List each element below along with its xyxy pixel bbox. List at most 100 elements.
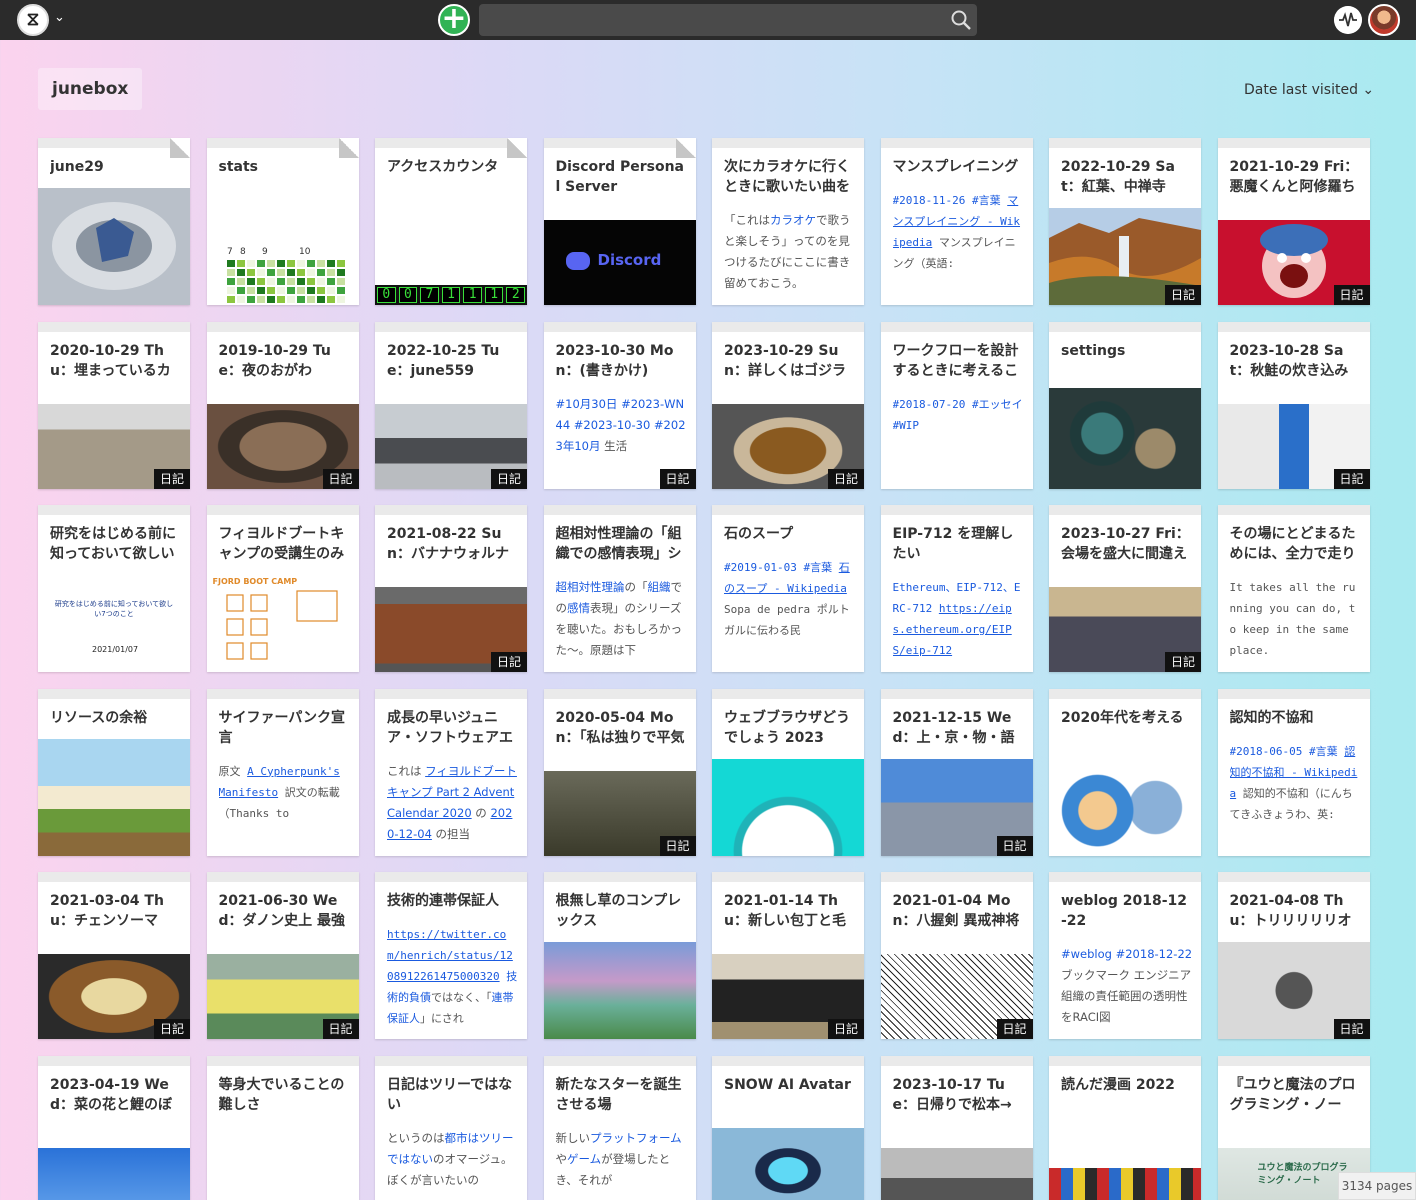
- description-text: It takes all the running you can do, to …: [1229, 581, 1356, 657]
- sort-label: Date last visited: [1244, 82, 1358, 98]
- card-thumbnail: FJORD BOOT CAMP: [206, 575, 359, 672]
- page-card[interactable]: フィヨルドブートキャンプの受講生のみ FJORD BOOT CAMP: [206, 505, 359, 672]
- description-link[interactable]: #2018-07-20: [893, 398, 966, 411]
- page-card[interactable]: settings: [1049, 321, 1201, 489]
- page-card[interactable]: 2020-05-04 Mon：「私は独りで平気 日記: [543, 688, 696, 856]
- page-card[interactable]: 認知的不協和 #2018-06-05 #言葉 認知的不協和 - Wikipedia…: [1217, 688, 1370, 856]
- card-title: 読んだ漫画 2022: [1061, 1076, 1175, 1093]
- project-logo-icon[interactable]: ⧖: [17, 4, 49, 36]
- page-card[interactable]: サイファーパンク宣言 原文 A Cypherpunk's Manifesto 訳文…: [206, 688, 359, 856]
- page-card[interactable]: マンスプレイニング #2018-11-26 #言葉 マンスプレイニング - Wik…: [880, 138, 1033, 305]
- page-card[interactable]: その場にとどまるためには、全力で走り It takes all the runni…: [1217, 505, 1370, 672]
- description-text: [965, 398, 972, 411]
- page-card[interactable]: 新たなスターを誕生させる場 新しいプラットフォームやゲームが登場したとき、それが: [543, 1055, 696, 1200]
- stream-icon[interactable]: [1334, 6, 1362, 34]
- page-card[interactable]: 超相対性理論の「組織での感情表現」シ 超相対性理論の「組織での感情表現」のシリーズ…: [543, 505, 696, 672]
- description-link[interactable]: #言葉: [803, 561, 832, 574]
- page-card[interactable]: Discord Personal Server Discord: [543, 138, 696, 305]
- description-link[interactable]: ゲーム: [567, 1152, 601, 1166]
- card-title: 2021-08-22 Sun：バナナウォルナッツ: [387, 526, 509, 562]
- page-card[interactable]: 2023-10-30 Mon：(書きかけ) #10月30日 #2023-WN44 …: [543, 321, 696, 489]
- card-title: 2022-10-25 Tue：june559: [387, 342, 500, 379]
- page-card[interactable]: リソースの余裕: [38, 688, 190, 856]
- page-card[interactable]: 成長の早いジュニア・ソフトウェアエ これは フィヨルドブートキャンプ Part 2…: [375, 688, 527, 856]
- page-card[interactable]: 次にカラオケに行くときに歌いたい曲を 「これはカラオケで歌うと楽しそう」ってのを見…: [712, 138, 864, 305]
- description-link[interactable]: #エッセイ: [972, 398, 1023, 411]
- sort-dropdown[interactable]: Date last visited ⌄: [1244, 82, 1374, 98]
- page-card[interactable]: 2021-10-29 Fri：悪魔くんと阿修羅ち 日記: [1217, 138, 1370, 305]
- user-avatar[interactable]: [1368, 4, 1400, 36]
- description-text: これは: [387, 763, 426, 778]
- counter-digit: 1: [441, 287, 461, 303]
- description-link[interactable]: カラオケ: [770, 213, 816, 227]
- page-card[interactable]: 2020年代を考える: [1049, 688, 1201, 856]
- description-link[interactable]: #10月30日: [556, 397, 618, 411]
- page-card[interactable]: 2023-10-27 Fri：会場を盛大に間違え 日記: [1049, 505, 1201, 672]
- page-card[interactable]: EIP-712 を理解したい Ethereum、EIP-712、ERC-712 h…: [880, 505, 1033, 672]
- card-description: #2018-06-05 #言葉 認知的不協和 - Wikipedia 認知的不協…: [1230, 741, 1362, 825]
- page-card[interactable]: ウェブブラウザどうでしょう 2023: [712, 688, 864, 856]
- description-link[interactable]: プラットフォーム: [590, 1131, 682, 1145]
- page-card[interactable]: 2022-10-25 Tue：june559 日記: [375, 321, 527, 489]
- page-card[interactable]: 2023-10-29 Sun：詳しくはゴジラ(こ日記: [712, 321, 864, 489]
- page-card[interactable]: 2023-10-17 Tue：日帰りで松本→東京: [880, 1055, 1033, 1200]
- page-card[interactable]: 2023-10-28 Sat：秋鮭の炊き込みご飯日記: [1217, 321, 1370, 489]
- page-card[interactable]: weblog 2018-12-22 #weblog #2018-12-22 ブック…: [1049, 872, 1201, 1039]
- description-link[interactable]: #weblog: [1061, 947, 1112, 961]
- page-card[interactable]: 石のスープ #2019-01-03 #言葉 石のスープ - Wikipedia S…: [712, 505, 864, 672]
- page-card[interactable]: 2019-10-29 Tue：夜のおがわ 日記: [206, 321, 359, 489]
- page-card[interactable]: 2021-01-04 Mon：八握剣 異戒神将 日記: [880, 872, 1033, 1039]
- page-card[interactable]: 2021-08-22 Sun：バナナウォルナッツ日記: [375, 505, 527, 672]
- description-link[interactable]: #2018-06-05: [1230, 745, 1303, 758]
- card-thumbnail: 0071112: [375, 285, 527, 305]
- description-link[interactable]: #2018-11-26: [893, 194, 966, 207]
- card-title: 2021-10-29 Fri：悪魔くんと阿修羅ち: [1229, 159, 1359, 195]
- card-title: june29: [50, 159, 104, 175]
- description-link[interactable]: 超相対性理論: [556, 580, 625, 594]
- page-card[interactable]: 2022-10-29 Sat：紅葉、中禅寺湖、華日記: [1049, 138, 1201, 305]
- page-card[interactable]: 日記はツリーではない というのは都市はツリーではないのオマージュ。ぼくが言いたいの: [375, 1055, 527, 1200]
- description-text: [1302, 745, 1309, 758]
- page-card[interactable]: SNOW AI Avatar: [712, 1055, 864, 1200]
- page-card[interactable]: stats789100: [206, 138, 359, 305]
- new-page-button[interactable]: +: [438, 4, 470, 36]
- card-thumbnail: [712, 758, 864, 856]
- page-card[interactable]: 2021-01-14 Thu：新しい包丁と毛布の日記: [712, 872, 864, 1039]
- search-icon[interactable]: [950, 9, 972, 31]
- page-card[interactable]: ワークフローを設計するときに考えるこ #2018-07-20 #エッセイ #WIP: [880, 321, 1033, 489]
- card-thumbnail: [880, 1147, 1033, 1200]
- page-card[interactable]: 2021-03-04 Thu：チェンソーマン!! つ日記: [38, 872, 190, 1039]
- card-title: 2023-04-19 Wed：菜の花と鯉のぼり: [50, 1076, 173, 1113]
- page-card[interactable]: 2021-12-15 Wed：上・京・物・語 日記: [880, 688, 1033, 856]
- page-card[interactable]: 研究をはじめる前に知っておいて欲しい 研究をはじめる前に知っておいて欲しい7つのこ…: [38, 505, 190, 672]
- description-link[interactable]: 感情: [567, 601, 590, 615]
- description-link[interactable]: #2023-10-30: [574, 418, 650, 432]
- page-card[interactable]: june29: [38, 138, 190, 305]
- description-link[interactable]: #2019-01-03: [724, 561, 797, 574]
- page-card[interactable]: アクセスカウンタ 0 0 7 1 1 1 2: [375, 138, 527, 305]
- description-text: [965, 194, 972, 207]
- page-card[interactable]: 根無し草のコンプレックス: [543, 872, 696, 1039]
- description-link[interactable]: #言葉: [1309, 745, 1338, 758]
- description-link[interactable]: https://twitter.com/henrich/status/12089…: [387, 928, 513, 983]
- stats-label: 10: [299, 247, 311, 257]
- page-card[interactable]: 2020-10-29 Thu：埋まっているカレン日記: [38, 321, 190, 489]
- description-link[interactable]: #言葉: [972, 194, 1001, 207]
- counter-digit: 1: [463, 287, 482, 303]
- page-card[interactable]: 2021-04-08 Thu：トリリリリリオンゲ日記: [1217, 872, 1370, 1039]
- diary-badge: 日記: [154, 1019, 190, 1039]
- search-input[interactable]: [479, 4, 977, 36]
- project-name[interactable]: junebox: [38, 68, 143, 110]
- description-link[interactable]: #2018-12-22: [1116, 947, 1192, 961]
- page-card[interactable]: 2023-04-19 Wed：菜の花と鯉のぼり: [38, 1055, 190, 1200]
- page-card[interactable]: 等身大でいることの難しさ: [206, 1055, 359, 1200]
- description-link[interactable]: 組織: [648, 580, 671, 594]
- chevron-down-icon[interactable]: ⌄: [54, 10, 65, 25]
- page-card[interactable]: 技術的連帯保証人 https://twitter.com/henrich/stat…: [375, 872, 527, 1039]
- card-title: 2023-10-27 Fri：会場を盛大に間違え: [1061, 526, 1190, 562]
- card-title: 2023-10-28 Sat：秋鮭の炊き込みご飯: [1229, 342, 1349, 379]
- description-link[interactable]: #WIP: [893, 419, 920, 432]
- page-card[interactable]: 読んだ漫画 2022: [1049, 1055, 1201, 1200]
- page-card[interactable]: 2021-06-30 Wed：ダノン史上 最強レ日記: [206, 872, 359, 1039]
- description-text: の「: [624, 580, 648, 594]
